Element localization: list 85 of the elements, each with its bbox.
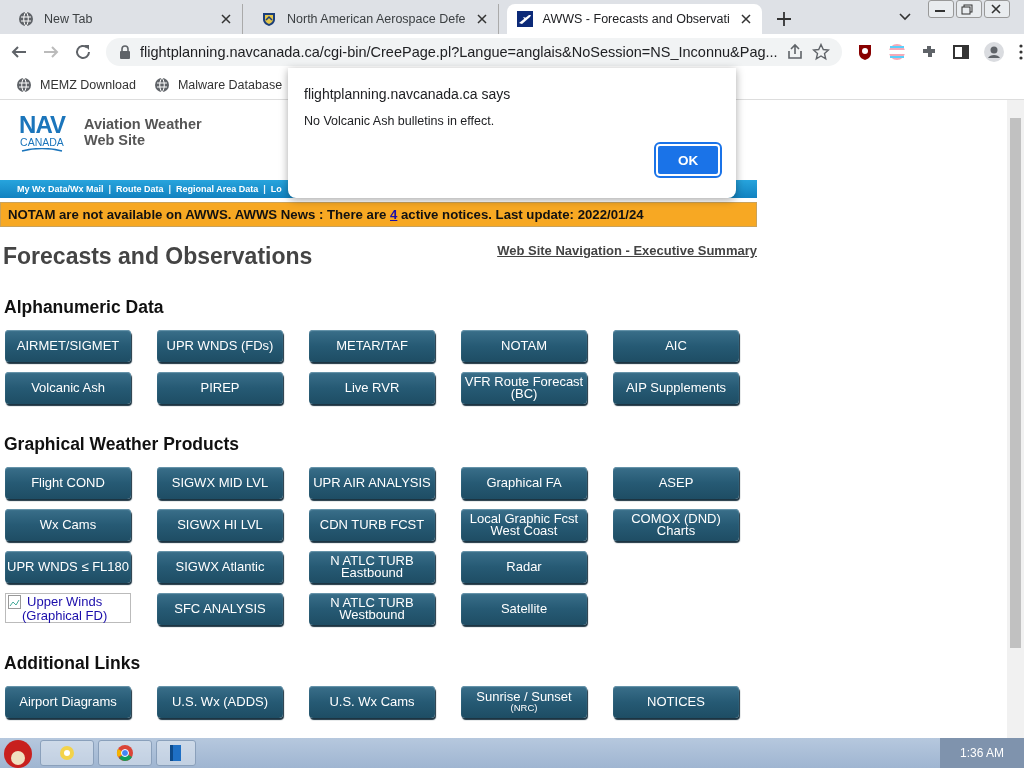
globe-icon [18,11,34,27]
chevron-down-icon [898,10,912,22]
section-heading: Additional Links [3,653,142,674]
navigation-link[interactable]: Web Site Navigation - Executive Summary [497,243,757,258]
globe-icon [153,76,170,93]
broken-image-icon [8,595,21,609]
page-title: Forecasts and Observations [3,243,313,270]
product-button[interactable]: Sunrise / Sunset (NRC) [461,686,587,718]
bookmark[interactable]: MEMZ Download [16,76,136,93]
dialog-title: flightplanning.navcanada.ca says [304,86,512,102]
side-panel-icon[interactable] [951,43,970,61]
reload-icon[interactable] [74,43,92,61]
product-button[interactable]: SIGWX Atlantic [157,551,283,583]
bookmark[interactable]: Malware Database [153,76,283,93]
broken-image-link[interactable]: Upper Winds (Graphical FD) [5,593,131,623]
address-bar[interactable]: flightplanning.navcanada.ca/cgi-bin/CreePage.pl?Langue=anglais&NoSession=NS_Inconnu&Pag... [106,38,842,66]
product-button[interactable]: Volcanic Ash [5,372,131,404]
product-button[interactable]: NOTICES [613,686,739,718]
shield-icon [261,11,277,27]
close-icon[interactable] [984,0,1010,18]
lock-icon [118,44,132,60]
product-button[interactable]: METAR/TAF [309,330,435,362]
product-button[interactable]: ASEP [613,467,739,499]
separator: | [263,184,266,194]
dialog-message: No Volcanic Ash bulletins in effect. [304,114,496,128]
product-button[interactable]: UPR AIR ANALYSIS [309,467,435,499]
product-button[interactable]: COMOX (DND) Charts [613,509,739,541]
airplane-icon [516,11,533,27]
sun-icon [58,744,76,762]
product-button[interactable]: SIGWX MID LVL [157,467,283,499]
product-button[interactable]: UPR WNDS ≤ FL180 [5,551,131,583]
product-button[interactable]: AIC [613,330,739,362]
site-name: Aviation Weather Web Site [84,116,202,148]
url-text: flightplanning.navcanada.ca/cgi-bin/CreePage.pl?Langue=anglais&NoSession=NS_Inconnu&Pag... [140,44,778,60]
product-button[interactable]: CDN TURB FCST [309,509,435,541]
section-heading: Alphanumeric Data [3,297,165,318]
separator: | [168,184,172,194]
logo[interactable]: NAV CANADA [16,114,68,153]
plus-icon[interactable] [775,11,792,27]
restore-icon[interactable] [956,0,982,18]
nav-link[interactable]: Lo [270,184,282,194]
product-button[interactable]: Local Graphic Fcst West Coast [461,509,587,541]
ok-button[interactable]: OK [656,144,720,176]
product-button[interactable]: VFR Route Forecast (BC) [461,372,587,404]
taskbar-app[interactable] [98,740,152,766]
avatar-icon[interactable] [983,42,1004,62]
product-button[interactable]: U.S. Wx Cams [309,686,435,718]
tab-title: North American Aerospace Defe [287,12,466,26]
product-button[interactable]: Satellite [461,593,587,625]
minimize-icon[interactable] [928,0,954,18]
scrollbar[interactable] [1007,100,1024,738]
product-button[interactable]: Graphical FA [461,467,587,499]
product-button[interactable]: AIP Supplements [613,372,739,404]
product-button[interactable]: NOTAM [461,330,587,362]
product-button[interactable]: N ATLC TURB Westbound [309,593,435,625]
product-button[interactable]: Wx Cams [5,509,131,541]
separator: | [108,184,112,194]
taskbar-app[interactable] [156,740,196,766]
product-button[interactable]: AIRMET/SIGMET [5,330,131,362]
news-notice: NOTAM are not available on AWWS. AWWS News : There are 4 active notices. Last update: 2022/01/24 [8,207,644,222]
browser-tab[interactable]: AWWS - Forecasts and Observati [506,4,762,34]
product-button[interactable]: Live RVR [309,372,435,404]
product-button[interactable]: UPR WNDS (FDs) [157,330,283,362]
product-button[interactable]: Flight COND [5,467,131,499]
tab-title: New Tab [44,12,94,26]
product-button[interactable]: U.S. Wx (ADDS) [157,686,283,718]
tab-title: AWWS - Forecasts and Observati [542,12,730,26]
globe-icon [16,76,32,93]
swoosh-icon [20,148,64,153]
close-icon[interactable] [475,13,488,25]
product-button[interactable]: PIREP [157,372,283,404]
product-button[interactable]: SFC ANALYSIS [157,593,283,625]
star-icon[interactable] [811,43,830,61]
close-icon[interactable] [739,13,752,25]
product-button[interactable]: SIGWX HI LVL [157,509,283,541]
section-heading: Graphical Weather Products [3,434,241,455]
product-button[interactable]: Radar [461,551,587,583]
close-icon[interactable] [220,13,232,25]
product-button[interactable]: N ATLC TURB Eastbound [309,551,435,583]
clock: 1:36 AM [940,738,1024,768]
share-icon[interactable] [785,43,804,61]
menu-icon[interactable] [1017,43,1024,61]
notices-link[interactable]: 4 [390,207,398,222]
product-button[interactable]: Airport Diagrams [5,686,131,718]
chrome-icon [116,744,134,762]
